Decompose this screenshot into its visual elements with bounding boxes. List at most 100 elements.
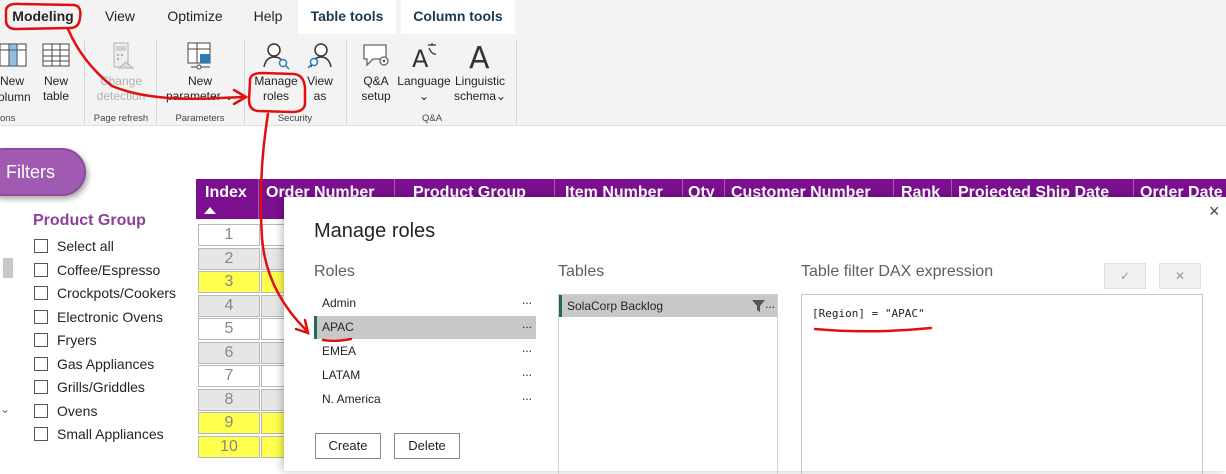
language-button[interactable]: A Language ⌄ xyxy=(396,40,452,104)
filter-icon xyxy=(752,300,765,312)
checkbox[interactable] xyxy=(34,403,48,418)
group-label-qa: Q&A xyxy=(421,113,443,124)
role-item[interactable]: LATAM... xyxy=(314,364,536,387)
role-name: LATAM xyxy=(322,368,361,382)
table-cell-index[interactable]: 4 xyxy=(198,294,260,317)
table-cell-index[interactable]: 10 xyxy=(198,435,260,458)
more-options-icon[interactable]: ... xyxy=(522,337,532,360)
delete-role-button[interactable]: Delete xyxy=(394,433,460,459)
tab-help[interactable]: Help xyxy=(245,0,291,34)
slicer-item[interactable]: Fryers xyxy=(34,331,97,351)
dax-expression-editor[interactable]: [Region] = "APAC" xyxy=(801,294,1203,474)
manage-roles-button[interactable]: Manage roles xyxy=(250,40,302,104)
table-cell-index[interactable]: 7 xyxy=(198,365,260,387)
dax-header: Table filter DAX expression xyxy=(801,263,994,280)
view-as-button[interactable]: View as xyxy=(304,40,336,104)
table-cell-index[interactable]: 2 xyxy=(198,247,260,270)
checkbox[interactable] xyxy=(34,380,48,394)
slicer-item[interactable]: Small Appliances xyxy=(34,425,164,445)
sort-ascending-icon[interactable] xyxy=(204,207,216,214)
tables-list: SolaCorp Backlog ... xyxy=(558,294,778,474)
checkbox[interactable] xyxy=(34,333,48,347)
role-item[interactable]: N. America... xyxy=(314,388,536,411)
tab-modeling[interactable]: Modeling xyxy=(2,0,84,34)
table-cell-index[interactable]: 6 xyxy=(198,341,260,364)
slicer-item[interactable]: Electronic Ovens xyxy=(34,308,163,328)
new-parameter-button[interactable]: New parameter ⌄ xyxy=(164,40,236,104)
roles-header: Roles xyxy=(314,263,355,280)
slicer-item-label: Electronic Ovens xyxy=(57,308,163,325)
new-column-button[interactable]: New column xyxy=(0,40,38,104)
slicer-item[interactable]: Coffee/Espresso xyxy=(34,261,160,281)
more-options-icon[interactable]: ... xyxy=(765,293,775,315)
new-table-button[interactable]: New table xyxy=(40,40,72,104)
slicer-item-label: Small Appliances xyxy=(57,426,164,442)
cancel-dax-button[interactable]: ✕ xyxy=(1159,263,1201,289)
qa-setup-button[interactable]: Q&A setup xyxy=(356,40,396,104)
role-item[interactable]: EMEA... xyxy=(314,340,536,363)
dax-expression-text[interactable]: [Region] = "APAC" xyxy=(812,307,925,320)
table-cell-index[interactable]: 3 xyxy=(198,271,260,293)
slicer-item[interactable]: Ovens xyxy=(34,402,97,422)
change-detection-button[interactable]: Change detection xyxy=(90,40,152,104)
close-icon[interactable]: × xyxy=(1209,201,1220,222)
table-cell-index[interactable]: 5 xyxy=(198,318,260,340)
role-item[interactable]: APAC... xyxy=(314,316,536,339)
role-name: N. America xyxy=(322,392,381,406)
table-name: SolaCorp Backlog xyxy=(567,299,664,313)
slicer-item[interactable]: Grills/Griddles xyxy=(34,378,145,398)
language-label: Language xyxy=(397,74,451,88)
more-options-icon[interactable]: ... xyxy=(522,313,532,336)
accept-dax-button[interactable]: ✓ xyxy=(1104,263,1146,289)
tab-column-tools[interactable]: Column tools xyxy=(401,0,515,34)
more-options-icon[interactable]: ... xyxy=(522,289,532,312)
manage-roles-icon xyxy=(263,43,290,70)
create-role-button[interactable]: Create xyxy=(315,433,381,459)
role-name: Admin xyxy=(322,296,357,310)
chevron-down-icon: ⌄ xyxy=(223,89,235,103)
slicer-item-label: Coffee/Espresso xyxy=(57,261,161,278)
table-cell-index[interactable]: 8 xyxy=(198,388,260,411)
checkbox[interactable] xyxy=(34,286,48,300)
checkbox[interactable] xyxy=(34,239,48,253)
column-header-index[interactable]: Index xyxy=(205,184,247,202)
svg-text:A: A xyxy=(412,45,429,70)
qa-setup-icon xyxy=(363,44,389,67)
filters-button[interactable]: Filters xyxy=(0,148,86,196)
more-options-icon[interactable]: ... xyxy=(522,385,532,408)
linguistic-schema-label-1: Linguistic xyxy=(454,74,506,88)
ribbon-separator xyxy=(84,40,85,124)
tab-optimize[interactable]: Optimize xyxy=(160,0,230,34)
checkbox[interactable] xyxy=(34,309,48,324)
slicer-item-label: Fryers xyxy=(57,332,97,348)
qa-setup-label-1: Q&A xyxy=(363,74,389,88)
language-icon: A xyxy=(412,43,437,70)
group-label-page-refresh: Page refresh xyxy=(93,113,149,124)
table-cell-index[interactable]: 1 xyxy=(198,224,260,246)
checkbox[interactable] xyxy=(34,356,48,371)
chevron-down-icon: ⌄ xyxy=(418,89,430,103)
new-parameter-icon xyxy=(187,42,211,70)
tab-view[interactable]: View xyxy=(95,0,145,34)
role-item[interactable]: Admin... xyxy=(314,292,536,315)
column-divider xyxy=(258,179,259,219)
more-options-icon[interactable]: ... xyxy=(522,361,532,384)
new-column-label-2: column xyxy=(0,90,31,104)
slicer-item-label: Crockpots/Cookers xyxy=(57,285,177,301)
new-parameter-label-2: parameter ⌄ xyxy=(165,89,235,103)
table-cell-index[interactable]: 9 xyxy=(198,412,260,434)
checkbox[interactable] xyxy=(34,262,48,277)
slicer-item[interactable]: Select all xyxy=(34,237,114,257)
tab-table-tools[interactable]: Table tools xyxy=(298,0,396,34)
slicer-item-label: Gas Appliances xyxy=(57,355,155,372)
checkmark-icon: ✓ xyxy=(1119,269,1131,283)
new-table-label-1: New xyxy=(43,74,68,88)
slicer-item[interactable]: Crockpots/Cookers xyxy=(34,284,176,304)
tables-header: Tables xyxy=(558,263,605,280)
slicer-item[interactable]: Gas Appliances xyxy=(34,355,154,375)
checkbox[interactable] xyxy=(34,427,48,441)
table-item-solacorp-backlog[interactable]: SolaCorp Backlog ... xyxy=(559,295,777,317)
group-label-calculations: ons xyxy=(0,113,16,124)
scroll-handle[interactable] xyxy=(3,258,13,278)
linguistic-schema-button[interactable]: A Linguistic schema⌄ xyxy=(454,40,506,104)
